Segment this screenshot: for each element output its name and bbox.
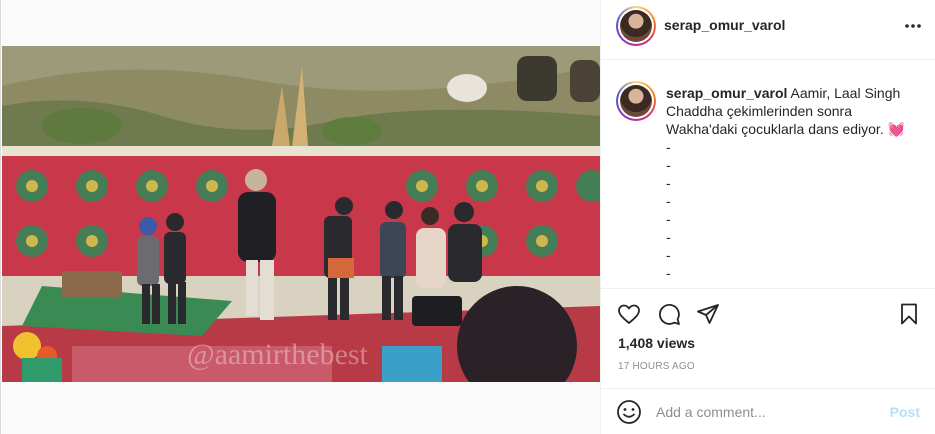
emoji-picker-button[interactable] (616, 399, 642, 425)
smiley-face-icon (617, 400, 641, 424)
media-column: @aamirthebest (2, 0, 600, 434)
post-sidebar: serap_omur_varol serap_omur_varol Aamir,… (600, 0, 935, 434)
caption-username-link[interactable]: serap_omur_varol (666, 85, 787, 101)
comment-bubble-icon (659, 304, 680, 325)
caption-dash-lines: - - - - - - - - (666, 138, 926, 282)
action-bar (601, 298, 935, 330)
save-button[interactable] (895, 300, 923, 328)
instagram-post: @aamirthebest serap_omur_varol serap_omu… (0, 0, 935, 434)
caption-dash: - (666, 175, 671, 191)
caption-section: serap_omur_varol Aamir, Laal Singh Chadd… (601, 61, 935, 289)
video-frame-illustration: @aamirthebest (2, 46, 600, 382)
post-video[interactable]: @aamirthebest (2, 46, 600, 382)
header-avatar[interactable] (616, 6, 656, 46)
post-comment-button[interactable]: Post (890, 404, 920, 420)
post-timestamp[interactable]: 17 HOURS AGO (618, 361, 695, 372)
share-button[interactable] (694, 300, 722, 328)
paper-plane-icon (697, 304, 719, 324)
caption-text: serap_omur_varol Aamir, Laal Singh Chadd… (666, 84, 926, 282)
more-horizontal-icon (905, 24, 921, 28)
like-button[interactable] (615, 300, 643, 328)
heart-emoji: 💓 (887, 121, 906, 137)
view-count[interactable]: 1,408 views (618, 335, 695, 351)
comment-button[interactable] (655, 300, 683, 328)
caption-dash: - (666, 229, 671, 245)
more-options-button[interactable] (901, 14, 925, 38)
caption-dash: - (666, 193, 671, 209)
caption-dash: - (666, 139, 671, 155)
caption-avatar[interactable] (616, 81, 656, 121)
header-username-link[interactable]: serap_omur_varol (664, 17, 785, 33)
add-comment-bar: Post (601, 388, 935, 434)
bookmark-icon (901, 303, 917, 325)
caption-dash: - (666, 157, 671, 173)
caption-dash: - (666, 247, 671, 263)
caption-dash: - (666, 265, 671, 281)
caption-dash: - (666, 211, 671, 227)
heart-outline-icon (618, 304, 640, 324)
video-watermark: @aamirthebest (187, 338, 369, 371)
comment-input[interactable] (656, 401, 876, 423)
post-header: serap_omur_varol (601, 0, 935, 60)
